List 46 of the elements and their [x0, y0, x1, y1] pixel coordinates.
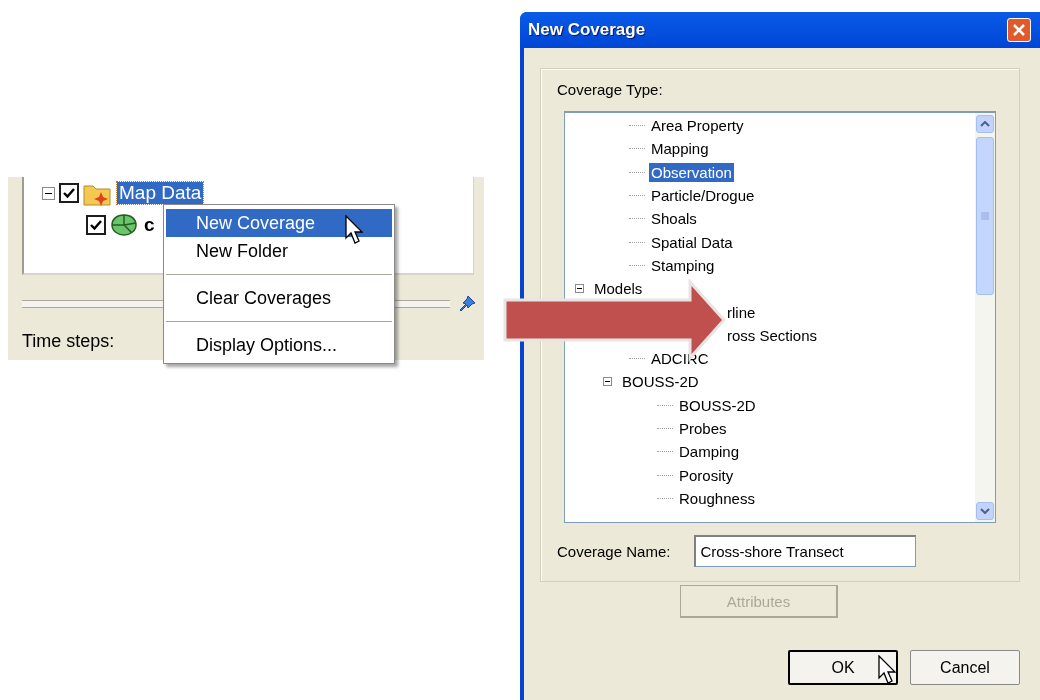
- checkmark-icon: [63, 187, 75, 199]
- scrollbar[interactable]: [975, 113, 995, 522]
- scroll-down-button[interactable]: [976, 502, 994, 520]
- tree-item[interactable]: Shoals: [649, 209, 699, 229]
- pushpin-icon[interactable]: [458, 295, 476, 313]
- menu-item[interactable]: New Coverage: [166, 209, 392, 237]
- tree-item[interactable]: Area Property: [649, 116, 746, 136]
- tree-item[interactable]: ADCIRC: [649, 349, 711, 369]
- dialog-button[interactable]: Cancel: [910, 650, 1020, 685]
- tree-item[interactable]: Porosity: [677, 465, 736, 485]
- tree-item-label[interactable]: Map Data: [117, 182, 204, 204]
- tree-item[interactable]: Roughness: [677, 488, 757, 508]
- tree-item[interactable]: Probes: [677, 419, 729, 438]
- tree-item-label[interactable]: c: [142, 214, 157, 236]
- scroll-up-button[interactable]: [976, 115, 994, 133]
- coverage-icon: [110, 213, 138, 237]
- close-button[interactable]: [1007, 18, 1031, 42]
- visibility-checkbox[interactable]: [86, 215, 106, 235]
- tree-item[interactable]: Mapping: [649, 139, 711, 159]
- dialog-title: New Coverage: [528, 20, 646, 40]
- collapse-toggle[interactable]: [603, 377, 612, 387]
- tree-item[interactable]: ross Sections: [725, 325, 820, 345]
- mouse-pointer-icon: [345, 215, 365, 245]
- dialog-button[interactable]: OK: [788, 650, 898, 685]
- coverage-name-field[interactable]: Cross-shore Transect: [694, 535, 917, 567]
- chevron-down-icon: [980, 508, 990, 514]
- tree-item[interactable]: Stamping: [649, 255, 717, 275]
- time-steps-label: Time steps:: [22, 331, 115, 352]
- mouse-pointer-icon: [878, 655, 898, 685]
- close-icon: [1012, 23, 1026, 37]
- tree-item[interactable]: BOUSS-2D: [620, 372, 701, 392]
- tree-item[interactable]: Particle/Drogue: [649, 186, 757, 206]
- coverage-type-label: Coverage Type:: [557, 81, 664, 98]
- tree-item[interactable]: rline: [725, 302, 758, 322]
- tree-item[interactable]: Spatial Data: [649, 232, 735, 252]
- visibility-checkbox[interactable]: [59, 183, 79, 203]
- collapse-toggle[interactable]: [42, 186, 55, 200]
- tree-item[interactable]: Models: [592, 279, 645, 299]
- coverage-name-label: Coverage Name:: [557, 542, 671, 560]
- checkmark-icon: [90, 219, 102, 231]
- chevron-up-icon: [980, 121, 990, 127]
- tree-item[interactable]: BOUSS-2D: [677, 395, 758, 415]
- tree-item[interactable]: Observation: [649, 162, 734, 182]
- scroll-thumb[interactable]: [976, 137, 994, 295]
- tree-item[interactable]: Damping: [677, 442, 742, 462]
- collapse-toggle[interactable]: [575, 284, 584, 294]
